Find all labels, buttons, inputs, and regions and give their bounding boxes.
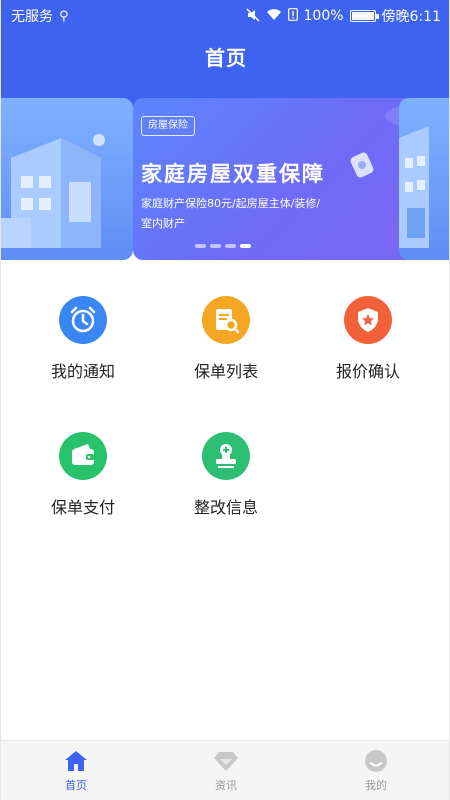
feature-icon-circle bbox=[59, 432, 107, 480]
feature-label: 我的通知 bbox=[50, 362, 115, 381]
building-illustration-icon bbox=[1, 134, 105, 248]
diamond-icon bbox=[214, 752, 238, 771]
nav-item-home[interactable]: 首页 bbox=[1, 741, 151, 800]
bottom-nav: 首页 资讯 我的 bbox=[1, 740, 449, 800]
feature-label: 保单支付 bbox=[50, 498, 115, 517]
banner-carousel[interactable]: 房屋保险 家庭房屋双重保障 家庭财产保险80元/起房屋主体/装修/室内财产 bbox=[1, 98, 449, 260]
feature-icon-circle bbox=[59, 296, 107, 344]
feature-policy-payment[interactable]: 保单支付 bbox=[23, 432, 143, 518]
feature-icon-circle bbox=[344, 296, 392, 344]
nav-item-profile[interactable]: 我的 bbox=[301, 741, 449, 800]
banner-next-slide[interactable] bbox=[399, 98, 449, 260]
clock-text: 傍晚6:11 bbox=[381, 9, 441, 25]
app-screen: 无服务 ⚲ 100% 傍晚6:11 首页 房屋保险 家庭房屋双重保障 家庭财产保… bbox=[0, 0, 450, 800]
status-bar: 无服务 ⚲ 100% 傍晚6:11 bbox=[1, 0, 449, 32]
feature-icon-circle bbox=[202, 296, 250, 344]
battery-percent: 100% bbox=[303, 8, 344, 24]
status-right: 100% 傍晚6:11 bbox=[245, 6, 441, 26]
profile-icon bbox=[365, 750, 387, 772]
wifi-icon bbox=[266, 8, 282, 24]
nav-label: 我的 bbox=[365, 779, 387, 792]
sim-alert-icon bbox=[287, 8, 298, 24]
banner-main-slide[interactable]: 房屋保险 家庭房屋双重保障 家庭财产保险80元/起房屋主体/装修/室内财产 bbox=[133, 98, 429, 260]
feature-my-notifications[interactable]: 我的通知 bbox=[23, 296, 143, 382]
status-left: 无服务 ⚲ bbox=[11, 6, 69, 26]
feature-label: 整改信息 bbox=[193, 498, 258, 517]
nav-label: 资讯 bbox=[215, 779, 237, 792]
carousel-dot[interactable] bbox=[195, 244, 206, 248]
banner-description: 家庭财产保险80元/起房屋主体/装修/室内财产 bbox=[141, 197, 321, 230]
document-search-icon bbox=[216, 309, 240, 334]
carousel-indicator bbox=[195, 244, 251, 248]
carousel-dot[interactable] bbox=[225, 244, 236, 248]
feature-label: 报价确认 bbox=[335, 362, 400, 381]
feature-rectification-info[interactable]: 整改信息 bbox=[166, 432, 286, 518]
carousel-dot-active[interactable] bbox=[240, 244, 251, 248]
feature-label: 保单列表 bbox=[193, 362, 258, 381]
page-title: 首页 bbox=[205, 46, 247, 70]
feature-quote-confirm[interactable]: 报价确认 bbox=[308, 296, 428, 382]
stamp-icon bbox=[216, 444, 236, 468]
mute-icon bbox=[245, 7, 260, 25]
carrier-text: 无服务 bbox=[11, 9, 53, 25]
banner-headline: 家庭房屋双重保障 bbox=[141, 162, 325, 186]
usb-icon: ⚲ bbox=[59, 8, 69, 24]
coin-icon bbox=[350, 152, 374, 178]
office-building-icon bbox=[399, 126, 429, 248]
wallet-icon bbox=[72, 444, 94, 465]
feature-icon-circle bbox=[202, 432, 250, 480]
nav-item-news[interactable]: 资讯 bbox=[151, 741, 301, 800]
banner-tag: 房屋保险 bbox=[141, 116, 195, 136]
home-icon bbox=[65, 751, 87, 771]
battery-icon bbox=[349, 10, 379, 22]
shield-star-icon bbox=[358, 308, 378, 332]
nav-label: 首页 bbox=[65, 779, 87, 792]
banner-prev-slide[interactable] bbox=[1, 98, 133, 260]
feature-policy-list[interactable]: 保单列表 bbox=[166, 296, 286, 382]
alarm-clock-icon bbox=[70, 306, 96, 333]
carousel-dot[interactable] bbox=[210, 244, 221, 248]
